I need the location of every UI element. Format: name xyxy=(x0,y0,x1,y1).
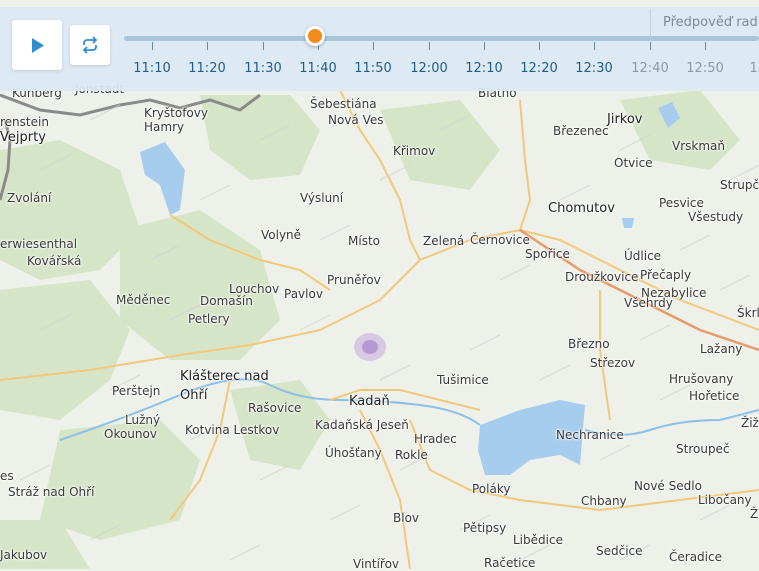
place-label: Březenec xyxy=(553,124,609,138)
place-label: Rašovice xyxy=(248,401,302,415)
timeline-tick xyxy=(539,42,540,50)
play-icon xyxy=(32,38,44,53)
place-label: Stroupeč xyxy=(676,442,730,456)
place-label: Hradec xyxy=(414,432,457,446)
timeline-time-label[interactable]: 11:30 xyxy=(238,61,288,76)
timeline-time-label[interactable]: 12:30 xyxy=(569,61,619,76)
timeline-tick xyxy=(207,42,208,50)
place-label: Kryštofovy Hamry xyxy=(144,106,208,134)
place-label: Strupči xyxy=(720,178,759,192)
timeline-tick xyxy=(429,42,430,50)
place-label: Račetice xyxy=(484,556,536,570)
place-label: Spořice xyxy=(525,247,570,261)
place-label: Sedčice xyxy=(596,544,643,558)
timeline-tick xyxy=(373,42,374,50)
place-label: Jirkov xyxy=(607,112,643,127)
place-label: Žiže xyxy=(741,416,759,430)
timeline-tick xyxy=(263,42,264,50)
place-label: Hořetice xyxy=(689,389,740,403)
place-label: Všehrdy xyxy=(624,296,673,310)
place-label: Kovářská xyxy=(27,254,82,268)
timeline-time-label[interactable]: 12:00 xyxy=(404,61,454,76)
place-label: Vejprty xyxy=(0,130,46,145)
place-label: Otvice xyxy=(614,156,653,170)
place-label: Petlery xyxy=(188,312,230,326)
timeline-handle[interactable] xyxy=(305,26,325,46)
place-label: es xyxy=(0,469,14,483)
place-label: Pruněřov xyxy=(327,273,381,287)
loop-icon xyxy=(82,36,98,54)
place-label: erwiesenthal xyxy=(0,237,78,251)
place-label: Domašín xyxy=(200,294,253,308)
place-label: Libočany xyxy=(698,493,752,507)
place-label: Pavlov xyxy=(284,287,323,301)
timeline-time-label[interactable]: 12:20 xyxy=(514,61,564,76)
place-label: Ž xyxy=(750,507,759,521)
place-label: Volyně xyxy=(261,228,302,242)
place-label: Perštejn xyxy=(112,384,161,398)
place-label: Úhošťany xyxy=(325,446,382,460)
timeline-time-label[interactable]: 11:50 xyxy=(348,61,398,76)
place-label: Pesvice xyxy=(659,196,704,210)
place-label: Tušimice xyxy=(437,373,489,387)
place-label: Výsluní xyxy=(300,191,344,205)
play-button[interactable] xyxy=(12,20,62,70)
place-label: Lužný xyxy=(125,413,161,427)
place-label: Zelená xyxy=(423,234,465,248)
place-label: Libědice xyxy=(513,533,563,547)
place-label: Hrušovany xyxy=(669,372,734,386)
radar-timeline-bar xyxy=(0,7,759,91)
timeline-time-label[interactable]: 12:50 xyxy=(680,61,730,76)
place-label: Střezov xyxy=(590,356,636,370)
place-label: Kotvina Lestkov xyxy=(185,423,280,437)
place-label: Údlice xyxy=(624,249,662,263)
place-label: Droužkovice xyxy=(565,270,639,284)
place-label: Lažany xyxy=(700,342,743,356)
place-label: Chomutov xyxy=(548,201,615,216)
place-label: Chbany xyxy=(581,494,627,508)
place-label: Kadaňská Jeseň xyxy=(315,418,409,432)
loop-toggle-button[interactable] xyxy=(70,25,110,65)
place-label: Měděnec xyxy=(116,293,171,307)
timeline-time-label[interactable]: 11:10 xyxy=(127,61,177,76)
place-label: Klášterec nad Ohří xyxy=(180,369,269,403)
place-label: Kadaň xyxy=(349,394,390,409)
place-label: Poláky xyxy=(472,482,511,496)
place-label: Šebestiána xyxy=(310,97,377,111)
place-label: Černovice xyxy=(470,233,530,247)
timeline-time-label[interactable]: 12:10 xyxy=(459,61,509,76)
place-label: Jakubov xyxy=(0,548,48,562)
place-label: Škrl xyxy=(737,306,759,320)
place-label: Pětipsy xyxy=(463,521,507,535)
timeline-time-label[interactable]: 13: xyxy=(735,61,759,76)
timeline-tick xyxy=(484,42,485,50)
place-label: Blov xyxy=(393,511,420,525)
timeline-progress xyxy=(124,36,317,41)
place-label: Zvolání xyxy=(7,191,52,205)
place-label: Čeradice xyxy=(669,550,722,564)
radar-echo xyxy=(354,333,386,361)
place-label: Křimov xyxy=(393,144,436,158)
place-label: renstein xyxy=(0,115,49,129)
timeline-time-label[interactable]: 11:40 xyxy=(293,61,343,76)
place-label: Místo xyxy=(348,234,380,248)
place-label: Vrskmaň xyxy=(672,139,725,153)
place-label: Stráž nad Ohří xyxy=(8,485,95,499)
timeline-time-label[interactable]: 12:40 xyxy=(625,61,675,76)
place-label: Přečaply xyxy=(640,268,692,282)
place-label: Březno xyxy=(568,337,610,351)
place-label: Rokle xyxy=(395,448,428,462)
timeline-tick xyxy=(705,42,706,50)
place-label: Nové Sedlo xyxy=(634,479,702,493)
timeline-time-label[interactable]: 11:20 xyxy=(182,61,232,76)
place-label: Okounov xyxy=(104,427,157,441)
place-label: Nechranice xyxy=(556,428,624,442)
timeline-tick xyxy=(594,42,595,50)
place-label: Všestudy xyxy=(688,210,744,224)
timeline-tick xyxy=(152,42,153,50)
forecast-label[interactable]: Předpověď rad xyxy=(650,9,758,37)
timeline-tick xyxy=(650,42,651,50)
place-label: Nová Ves xyxy=(328,113,384,127)
